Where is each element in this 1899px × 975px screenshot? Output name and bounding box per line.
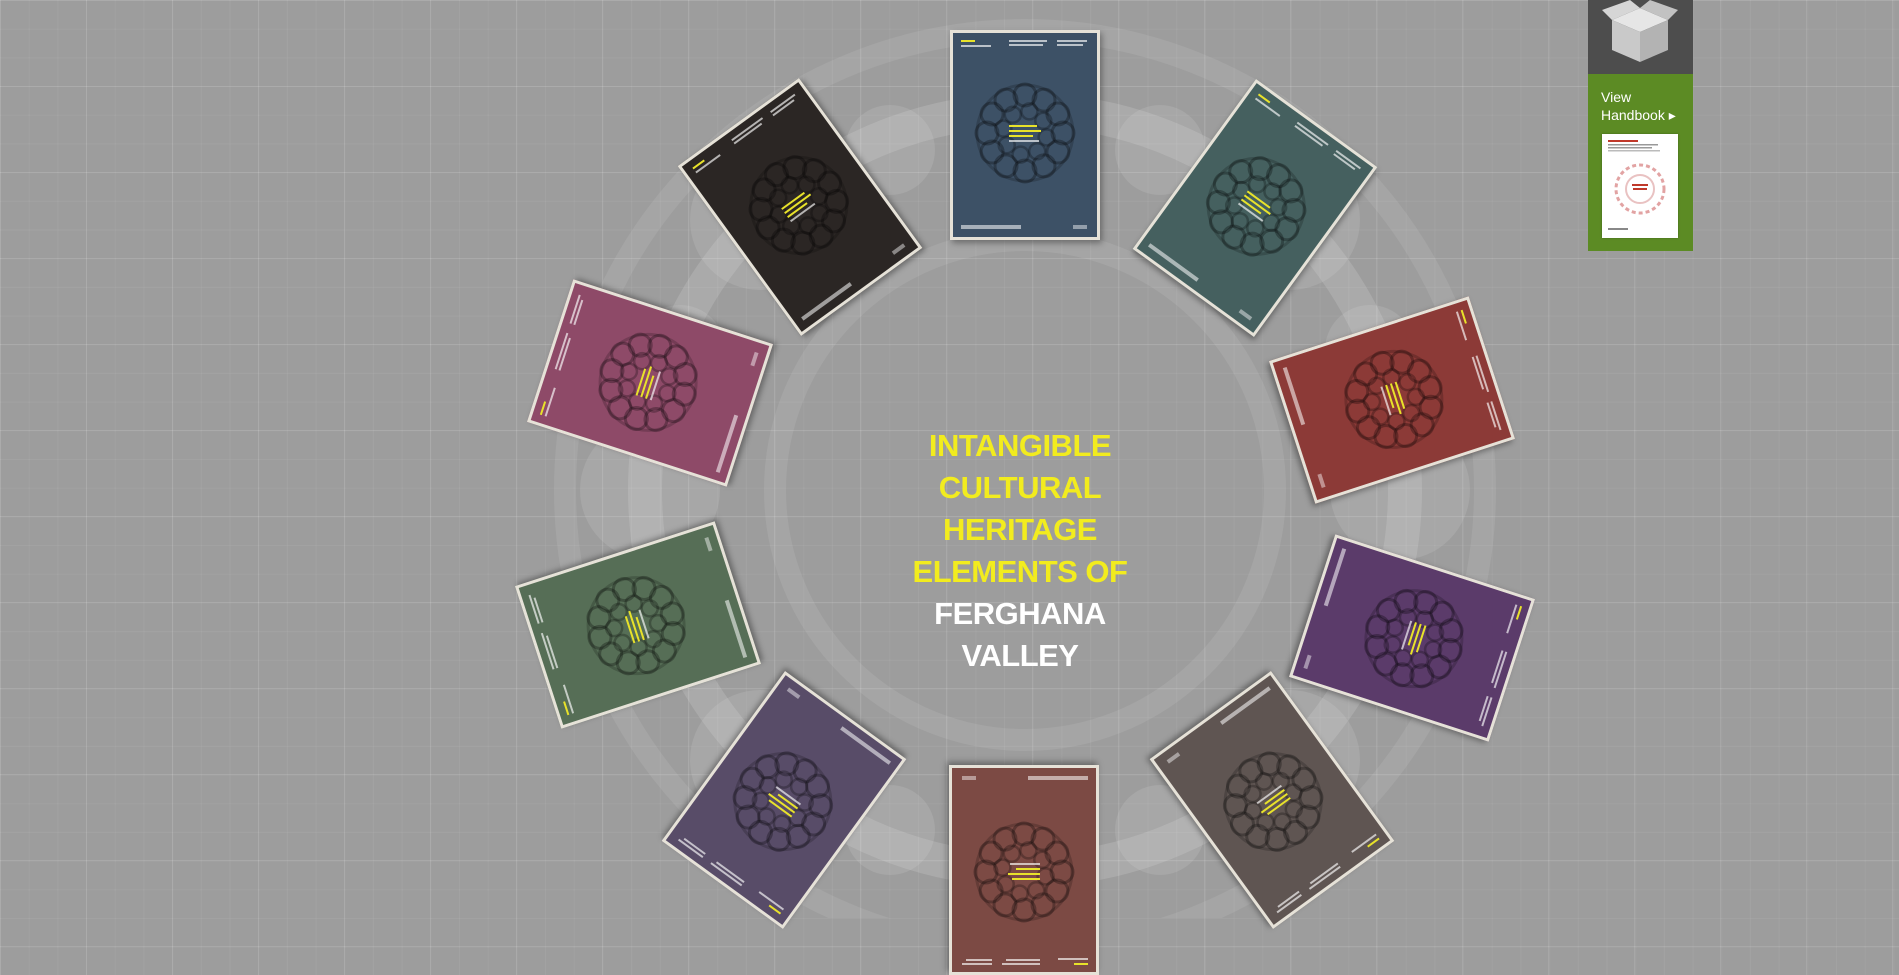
- cover-mark: [1006, 959, 1040, 961]
- center-title: INTANGIBLE CULTURAL HERITAGE ELEMENTS OF…: [880, 425, 1160, 677]
- view-handbook-button[interactable]: View Handbook ▸: [1588, 0, 1693, 251]
- cover-mark: [1009, 125, 1037, 127]
- booklet-cover[interactable]: [1149, 670, 1395, 930]
- title-line: FERGHANA: [934, 596, 1106, 631]
- cover-rosette: [726, 133, 871, 278]
- cover-mark: [1219, 686, 1271, 725]
- booklet-cover[interactable]: [526, 279, 774, 487]
- cover-mark: [1147, 243, 1199, 282]
- handbook-label-line: View: [1601, 89, 1632, 105]
- cover-mark: [1515, 605, 1523, 620]
- handbook-thumbnail[interactable]: [1602, 134, 1678, 238]
- handbook-label-line: Handbook ▸: [1601, 107, 1676, 123]
- handbook-icon-panel: [1588, 0, 1693, 74]
- cover-mark: [1296, 121, 1329, 146]
- cover-mark: [961, 225, 1021, 229]
- cover-mark: [750, 351, 759, 367]
- cover-rosette: [1184, 134, 1329, 279]
- booklet-cover[interactable]: [1132, 78, 1378, 338]
- cover-mark: [1016, 868, 1040, 870]
- booklet-cover[interactable]: [661, 670, 907, 930]
- booklet-cover[interactable]: [950, 30, 1100, 240]
- booklet-cover[interactable]: [1288, 534, 1536, 742]
- cover-mark: [1010, 863, 1040, 865]
- handbook-label[interactable]: View Handbook ▸: [1601, 88, 1676, 124]
- cover-mark: [962, 963, 992, 965]
- open-box-icon: [1602, 0, 1678, 62]
- cover-rosette: [973, 81, 1077, 185]
- cover-rosette: [710, 729, 855, 874]
- cover-mark: [1009, 135, 1033, 137]
- cover-mark: [1028, 776, 1088, 780]
- title-line: HERITAGE: [943, 512, 1097, 547]
- cover-mark: [961, 45, 991, 47]
- cover-mark: [1323, 548, 1347, 607]
- cover-mark: [715, 414, 739, 473]
- title-line: VALLEY: [961, 638, 1080, 673]
- cover-mark: [770, 93, 796, 113]
- cover-mark: [1317, 473, 1326, 489]
- cover-mark: [961, 40, 975, 42]
- cover-mark: [966, 959, 992, 961]
- cover-mark: [1058, 958, 1088, 960]
- cover-mark: [1057, 44, 1083, 46]
- cover-mark: [704, 536, 713, 552]
- cover-mark: [1002, 963, 1040, 965]
- booklet-cover[interactable]: [677, 77, 923, 337]
- cover-mark: [1309, 862, 1339, 885]
- cover-rosette: [583, 317, 714, 448]
- cover-rosette: [972, 820, 1076, 924]
- cover-mark: [1294, 124, 1324, 147]
- cover-mark: [1009, 140, 1039, 142]
- cover-mark: [1009, 130, 1041, 132]
- cover-rosette: [571, 560, 702, 691]
- booklet-cover[interactable]: [514, 521, 762, 729]
- booklet-cover[interactable]: [1268, 296, 1516, 504]
- cover-mark: [1009, 44, 1043, 46]
- cover-mark: [840, 726, 892, 765]
- cover-mark: [1166, 752, 1181, 764]
- cover-mark: [1057, 40, 1087, 42]
- cover-mark: [891, 243, 906, 255]
- title-line: INTANGIBLE: [928, 428, 1112, 463]
- cover-mark: [1074, 963, 1088, 965]
- title-line: ELEMENTS OF: [912, 554, 1128, 589]
- cover-rosette: [1328, 334, 1459, 465]
- cover-mark: [1303, 654, 1312, 670]
- cover-mark: [710, 862, 743, 887]
- cover-mark: [715, 861, 745, 884]
- cover-mark: [1009, 40, 1047, 42]
- handbook-thumbnail-art: [1608, 140, 1666, 230]
- cover-mark: [544, 387, 556, 417]
- cover-mark: [1282, 366, 1306, 426]
- cover-mark: [1073, 225, 1087, 229]
- cover-mark: [731, 117, 764, 142]
- cover-mark: [786, 687, 801, 699]
- cover-mark: [962, 776, 976, 780]
- cover-mark: [724, 599, 748, 659]
- cover-mark: [801, 282, 853, 321]
- cover-mark: [1008, 873, 1040, 875]
- cover-mark: [1012, 878, 1040, 880]
- title-line: CULTURAL: [938, 470, 1102, 505]
- booklet-cover[interactable]: [949, 765, 1099, 975]
- cover-mark: [1308, 865, 1341, 890]
- cover-mark: [1238, 309, 1253, 321]
- cover-mark: [1460, 309, 1467, 324]
